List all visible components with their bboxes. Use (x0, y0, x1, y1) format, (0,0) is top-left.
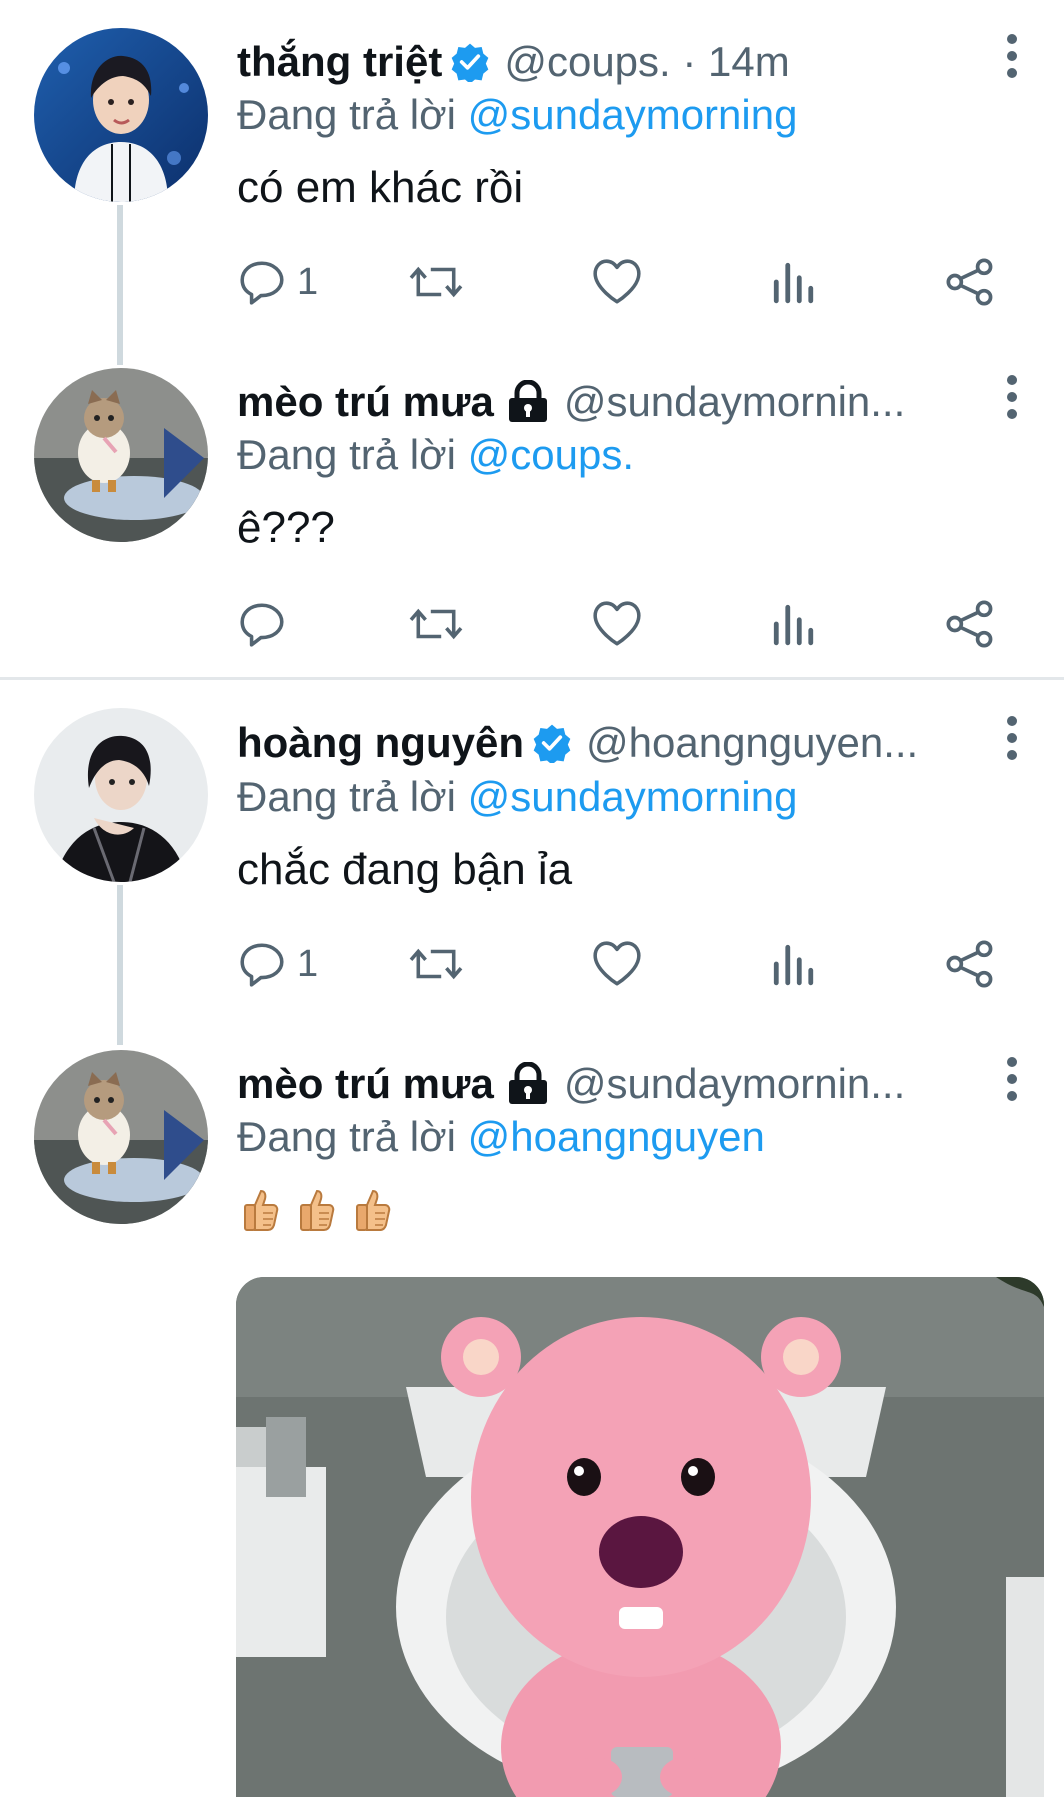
retweet-icon (407, 599, 465, 649)
display-name[interactable]: mèo trú mưa (237, 1059, 494, 1109)
tweet-header: hoàng nguyên @hoangnguyen... (237, 718, 994, 768)
handle[interactable]: @hoangnguyen... (586, 718, 918, 768)
tweet-header: thắng triệt @coups. · 14m (237, 37, 994, 87)
more-icon[interactable] (1000, 1054, 1024, 1104)
action-bar: 1 (237, 250, 1007, 314)
mention-link[interactable]: @sundaymorning (468, 91, 798, 138)
avatar[interactable] (34, 368, 208, 542)
display-name[interactable]: hoàng nguyên (237, 718, 524, 768)
tweet-media-image[interactable] (236, 1277, 1044, 1797)
views-button[interactable] (770, 250, 816, 314)
action-bar: 1 (237, 932, 1007, 996)
more-icon[interactable] (1000, 372, 1024, 422)
handle[interactable]: @sundaymornin... (564, 377, 905, 427)
tweet-text: chắc đang bận ỉa (237, 845, 573, 894)
avatar[interactable] (34, 1050, 208, 1224)
tweet[interactable]: mèo trú mưa @sundaymornin... Đang trả lờ… (0, 360, 1064, 675)
display-name[interactable]: mèo trú mưa (237, 377, 494, 427)
replying-to: Đang trả lời @sundaymorning (237, 90, 797, 140)
reply-count: 1 (297, 260, 319, 303)
replying-to: Đang trả lời @coups. (237, 430, 634, 480)
reply-button[interactable] (237, 592, 297, 656)
share-button[interactable] (944, 250, 996, 314)
tweet[interactable]: hoàng nguyên @hoangnguyen... Đang trả lờ… (0, 682, 1064, 1042)
tweet-text: có em khác rồi (237, 163, 524, 212)
retweet-button[interactable] (407, 932, 465, 996)
like-button[interactable] (591, 932, 643, 996)
like-icon (591, 258, 643, 306)
replying-to: Đang trả lời @hoangnguyen (237, 1112, 765, 1162)
views-button[interactable] (770, 592, 816, 656)
thumbs-up-icon (241, 1184, 281, 1234)
thumbs-up-icon (353, 1184, 393, 1234)
views-icon (770, 259, 816, 305)
conversation-divider (0, 677, 1064, 680)
retweet-button[interactable] (407, 592, 465, 656)
share-icon (944, 256, 996, 308)
tweet-header: mèo trú mưa @sundaymornin... (237, 377, 994, 427)
replying-to-label: Đang trả lời (237, 1113, 456, 1160)
more-icon[interactable] (1000, 713, 1024, 763)
avatar[interactable] (34, 708, 208, 882)
tweet[interactable]: thắng triệt @coups. · 14m Đang trả lời @… (0, 0, 1064, 360)
thumbs-up-icon (297, 1184, 337, 1234)
tweet-text: ê??? (237, 503, 335, 552)
share-button[interactable] (944, 932, 996, 996)
share-button[interactable] (944, 592, 996, 656)
replying-to-label: Đang trả lời (237, 773, 456, 820)
reply-icon (237, 939, 287, 989)
tweet-header: mèo trú mưa @sundaymornin... (237, 1059, 994, 1109)
replying-to-label: Đang trả lời (237, 91, 456, 138)
reply-icon (237, 257, 287, 307)
retweet-button[interactable] (407, 250, 465, 314)
like-icon (591, 600, 643, 648)
like-button[interactable] (591, 250, 643, 314)
views-icon (770, 941, 816, 987)
verified-badge-icon (532, 723, 572, 763)
retweet-icon (407, 939, 465, 989)
handle-and-time[interactable]: @coups. · 14m (504, 37, 789, 87)
lock-icon (506, 380, 550, 424)
lock-icon (506, 1062, 550, 1106)
mention-link[interactable]: @coups. (468, 431, 634, 478)
like-icon (591, 940, 643, 988)
share-icon (944, 598, 996, 650)
reply-count: 1 (297, 942, 319, 985)
action-bar (237, 592, 1007, 656)
more-icon[interactable] (1000, 31, 1024, 81)
verified-badge-icon (450, 42, 490, 82)
reply-icon (237, 599, 287, 649)
replying-to: Đang trả lời @sundaymorning (237, 772, 797, 822)
reply-button[interactable]: 1 (237, 932, 318, 996)
views-button[interactable] (770, 932, 816, 996)
replying-to-label: Đang trả lời (237, 431, 456, 478)
thumbs-up-emojis (241, 1184, 393, 1234)
retweet-icon (407, 257, 465, 307)
handle[interactable]: @sundaymornin... (564, 1059, 905, 1109)
display-name[interactable]: thắng triệt (237, 37, 442, 87)
views-icon (770, 601, 816, 647)
reply-button[interactable]: 1 (237, 250, 318, 314)
mention-link[interactable]: @hoangnguyen (468, 1113, 765, 1160)
avatar[interactable] (34, 28, 208, 202)
mention-link[interactable]: @sundaymorning (468, 773, 798, 820)
like-button[interactable] (591, 592, 643, 656)
share-icon (944, 938, 996, 990)
